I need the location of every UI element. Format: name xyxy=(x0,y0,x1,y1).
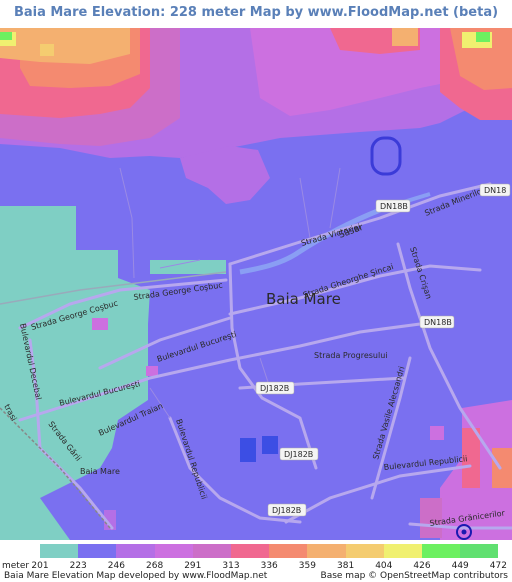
legend-swatch xyxy=(460,544,499,558)
city-label-small: Baia Mare xyxy=(80,467,120,476)
elevation-map[interactable]: Strada Victoriei Strada Minerilor Strada… xyxy=(0,28,512,540)
street-label-progresului: Strada Progresului xyxy=(314,351,388,360)
legend-tick-label: 449 xyxy=(451,561,469,571)
ridge-cell-orange xyxy=(392,28,418,46)
svg-text:DJ182B: DJ182B xyxy=(260,384,289,393)
road-badge-dj182b-1: DJ182B xyxy=(255,381,295,395)
peak-cell-green-nw xyxy=(0,32,12,40)
svg-text:DN18: DN18 xyxy=(484,186,506,195)
legend-swatch xyxy=(154,544,193,558)
pond-2 xyxy=(262,436,278,454)
legend-swatch xyxy=(78,544,117,558)
legend-tick-label: 313 xyxy=(222,561,240,571)
legend-tick-label: 246 xyxy=(107,561,125,571)
pink-spot-1 xyxy=(92,318,108,330)
legend-tick-label: 472 xyxy=(489,561,507,571)
legend-tick-label: 201 xyxy=(31,561,49,571)
peak-cell-green-ne xyxy=(476,32,490,42)
legend-tick-label: 426 xyxy=(413,561,431,571)
legend-swatch xyxy=(307,544,346,558)
legend-tick-label: 359 xyxy=(298,561,316,571)
legend-swatch xyxy=(383,544,422,558)
pink-spot-2 xyxy=(146,366,158,376)
peak-cell-yellow-nw2 xyxy=(40,44,54,56)
legend-swatch xyxy=(345,544,384,558)
legend-tick-label: 223 xyxy=(69,561,87,571)
footer-attribution: Base map © OpenStreetMap contributors xyxy=(320,571,508,581)
footer-credit: Baia Mare Elevation Map developed by www… xyxy=(4,571,268,581)
legend-tick-label: 291 xyxy=(184,561,202,571)
city-label: Baia Mare xyxy=(266,290,341,308)
road-badge-dn18b-1: DN18B xyxy=(375,199,411,213)
road-badge-dn18: DN18 xyxy=(479,183,511,197)
legend-swatch xyxy=(40,544,79,558)
legend-swatch xyxy=(116,544,155,558)
svg-text:DN18B: DN18B xyxy=(424,318,452,327)
legend-unit: meter xyxy=(2,561,30,571)
svg-text:DJ182B: DJ182B xyxy=(284,450,313,459)
legend-swatches xyxy=(40,544,499,558)
legend-swatch xyxy=(192,544,231,558)
legend-tick-label: 381 xyxy=(337,561,355,571)
elevation-legend: meter Baia Mare Elevation Map developed … xyxy=(0,540,512,582)
pink-spot-4 xyxy=(430,426,444,440)
title-bar: Baia Mare Elevation: 228 meter Map by ww… xyxy=(0,0,512,28)
svg-text:DN18B: DN18B xyxy=(380,202,408,211)
map-canvas[interactable]: Strada Victoriei Strada Minerilor Strada… xyxy=(0,28,512,540)
slope-cell-orange-e xyxy=(492,448,512,488)
legend-swatch xyxy=(230,544,270,558)
legend-swatch xyxy=(269,544,308,558)
road-badge-dn18b-2: DN18B xyxy=(419,315,455,329)
legend-tick-label: 336 xyxy=(260,561,278,571)
pond-1 xyxy=(240,438,256,462)
legend-swatch xyxy=(421,544,461,558)
road-badge-dj182b-2: DJ182B xyxy=(279,447,319,461)
svg-text:DJ182B: DJ182B xyxy=(272,506,301,515)
map-title: Baia Mare Elevation: 228 meter Map by ww… xyxy=(13,5,499,20)
legend-tick-label: 268 xyxy=(146,561,164,571)
legend-tick-label: 404 xyxy=(375,561,393,571)
peak-zone-northwest-3 xyxy=(0,28,130,64)
road-badge-dj182b-3: DJ182B xyxy=(267,503,307,517)
